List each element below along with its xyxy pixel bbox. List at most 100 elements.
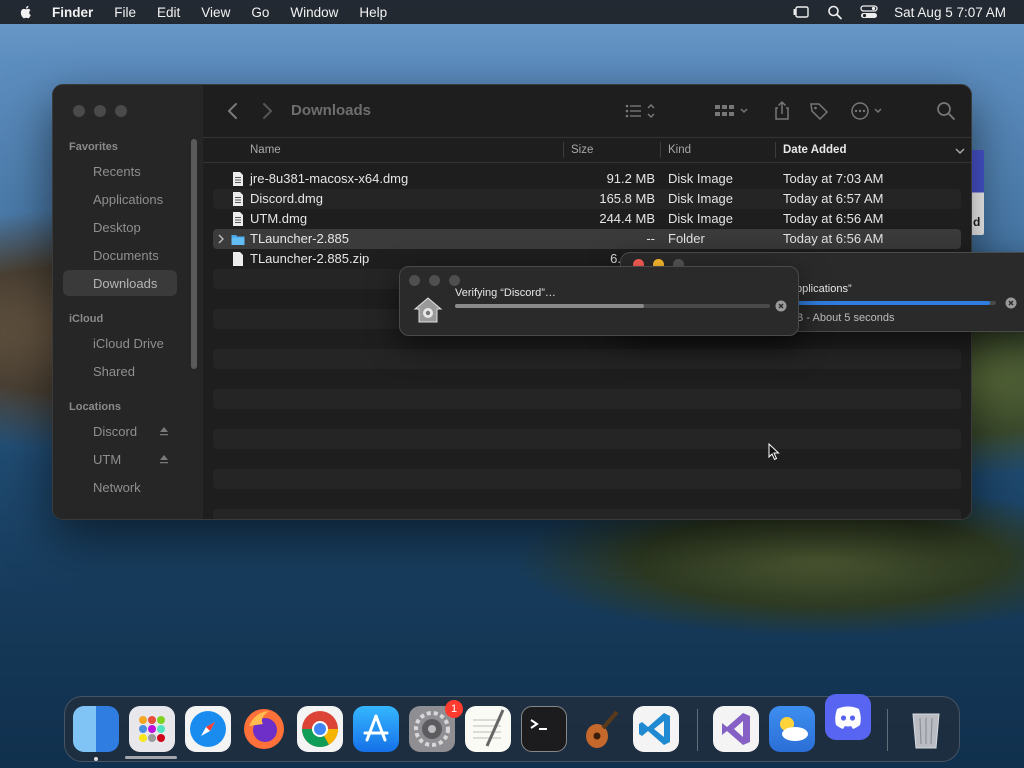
dock-terminal-icon[interactable] (521, 706, 567, 752)
file-size: 165.8 MB (599, 191, 655, 206)
file-name: UTM.dmg (250, 211, 308, 226)
minimize-button[interactable] (429, 275, 440, 286)
close-button[interactable] (409, 275, 420, 286)
apple-icon[interactable] (18, 4, 34, 20)
file-size: 244.4 MB (599, 211, 655, 226)
column-header-date-added[interactable]: Date Added (783, 144, 846, 156)
dock-discord-icon[interactable] (825, 694, 871, 740)
more-actions-icon[interactable] (849, 100, 887, 122)
chrome-icon (302, 711, 338, 748)
file-kind: Disk Image (668, 171, 734, 186)
sidebar-item-shared[interactable]: Shared (63, 358, 177, 384)
file-name: Discord.dmg (250, 191, 323, 206)
view-options-icon[interactable] (623, 100, 659, 122)
column-separator[interactable] (775, 142, 776, 158)
dock-separator (887, 709, 888, 751)
empty-row-stripe (213, 469, 961, 489)
empty-row-stripe (213, 509, 961, 519)
sidebar-item-downloads[interactable]: Downloads (63, 270, 177, 296)
menu-help[interactable]: Help (359, 5, 387, 20)
pen-paper-icon (473, 709, 505, 747)
notification-badge: 1 (445, 700, 463, 718)
dock-vscode-icon[interactable] (633, 706, 679, 752)
sidebar-item-label: Shared (93, 363, 135, 379)
sidebar-item-label: Applications (93, 191, 164, 207)
sort-chevron-down-icon[interactable] (955, 147, 965, 155)
table-row[interactable]: Discord.dmg 165.8 MB Disk Image Today at… (213, 189, 961, 209)
sidebar-item-label: Desktop (93, 219, 141, 235)
dock-safari-icon[interactable] (185, 706, 231, 752)
dock-textedit-icon[interactable] (465, 706, 511, 752)
document-icon (233, 172, 243, 186)
zoom-button[interactable] (115, 105, 127, 117)
dock-firefox-icon[interactable] (241, 706, 287, 752)
empty-row-stripe (213, 389, 961, 409)
spotlight-icon[interactable] (826, 4, 844, 20)
forward-chevron-icon[interactable] (259, 102, 275, 120)
file-size: -- (646, 231, 655, 246)
menu-go[interactable]: Go (251, 5, 269, 20)
table-row[interactable]: TLauncher-2.885 -- Folder Today at 6:56 … (213, 229, 961, 249)
dock-system-settings-icon[interactable]: 1 (409, 700, 463, 752)
dock-launchpad-icon[interactable] (129, 706, 175, 752)
share-icon[interactable] (771, 100, 793, 122)
document-icon (233, 252, 243, 266)
column-header-name[interactable]: Name (250, 144, 281, 156)
file-name: TLauncher-2.885 (250, 231, 350, 246)
file-name: TLauncher-2.885.zip (250, 251, 370, 266)
stop-icon[interactable] (1005, 297, 1017, 309)
table-row[interactable]: jre-8u381-macosx-x64.dmg 91.2 MB Disk Im… (213, 169, 961, 189)
copy-progress-bar (796, 301, 996, 305)
tag-icon[interactable] (808, 100, 830, 122)
control-center-icon[interactable] (860, 4, 878, 20)
disclosure-chevron-right-icon[interactable] (217, 234, 225, 244)
sidebar-item-applications[interactable]: Applications (63, 186, 177, 212)
stop-icon[interactable] (775, 300, 787, 312)
menu-extras: Sat Aug 5 7:07 AM (776, 0, 1006, 24)
sidebar-item-desktop[interactable]: Desktop (63, 214, 177, 240)
dock-visual-studio-icon[interactable] (713, 706, 759, 752)
dock-garageband-icon[interactable] (577, 706, 623, 752)
sidebar-item-documents[interactable]: Documents (63, 242, 177, 268)
column-header-kind[interactable]: Kind (668, 144, 691, 156)
document-icon (233, 192, 243, 206)
stage-manager-icon[interactable] (792, 4, 810, 20)
menu-clock[interactable]: Sat Aug 5 7:07 AM (894, 5, 1006, 20)
close-button[interactable] (73, 105, 85, 117)
menu-view[interactable]: View (201, 5, 230, 20)
menu-window[interactable]: Window (290, 5, 338, 20)
search-icon[interactable] (935, 100, 957, 122)
guitar-icon (586, 710, 619, 748)
dock-app-store-icon[interactable] (353, 706, 399, 752)
sidebar-item-recents[interactable]: Recents (63, 158, 177, 184)
menu-edit[interactable]: Edit (157, 5, 180, 20)
sidebar-item-label: iCloud Drive (93, 335, 164, 351)
menu-finder[interactable]: Finder (52, 5, 93, 20)
eject-icon[interactable] (159, 426, 169, 436)
file-name: jre-8u381-macosx-x64.dmg (250, 171, 409, 186)
verify-progress-fill (455, 304, 644, 308)
menu-file[interactable]: File (114, 5, 136, 20)
column-separator[interactable] (563, 142, 564, 158)
table-row[interactable]: UTM.dmg 244.4 MB Disk Image Today at 6:5… (213, 209, 961, 229)
verify-progress-bar (455, 304, 770, 308)
group-icon[interactable] (713, 100, 751, 122)
column-header-size[interactable]: Size (571, 144, 593, 156)
sidebar-item-discord[interactable]: Discord (63, 418, 177, 444)
sidebar-item-utm[interactable]: UTM (63, 446, 177, 472)
zoom-button[interactable] (449, 275, 460, 286)
sidebar-item-icloud-drive[interactable]: iCloud Drive (63, 330, 177, 356)
trash-icon (912, 713, 940, 749)
list-header: Name Size Kind Date Added (203, 137, 971, 163)
column-separator[interactable] (660, 142, 661, 158)
dock-chrome-icon[interactable] (297, 706, 343, 752)
dock-finder-icon[interactable] (73, 706, 119, 752)
dock-weather-icon[interactable] (769, 706, 815, 752)
sidebar-item-label: Network (93, 479, 141, 495)
minimize-button[interactable] (94, 105, 106, 117)
eject-icon[interactable] (159, 454, 169, 464)
dock-trash-icon[interactable] (903, 706, 949, 752)
sidebar-scrollbar[interactable] (191, 139, 197, 369)
sidebar-item-network[interactable]: Network (63, 474, 177, 500)
back-chevron-icon[interactable] (225, 102, 241, 120)
